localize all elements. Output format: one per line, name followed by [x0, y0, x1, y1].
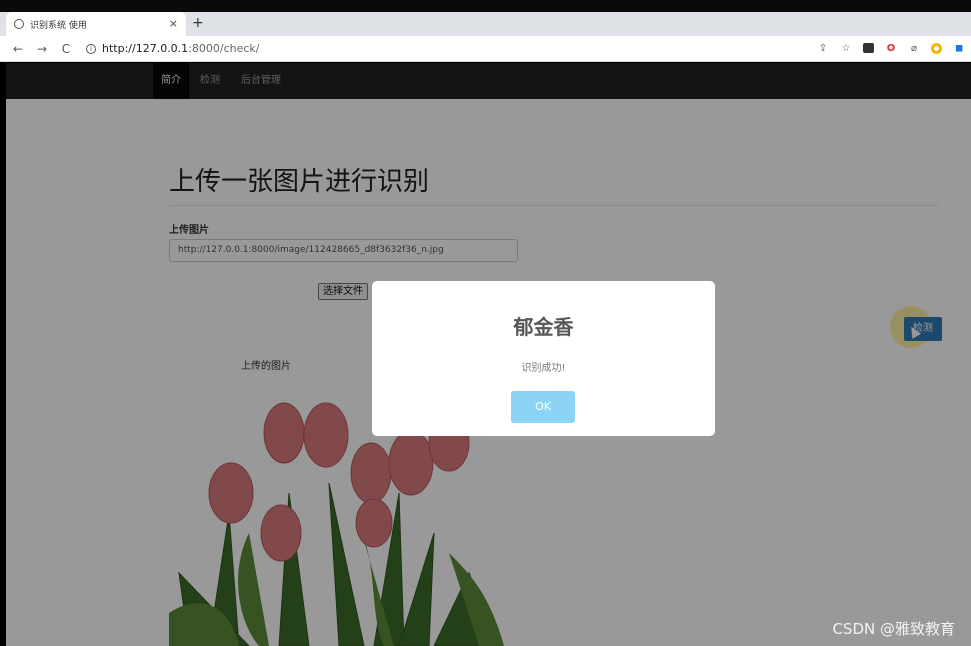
result-message: 识别成功! [521, 363, 566, 374]
url-path: :8000/check/ [188, 42, 260, 55]
opera-icon[interactable]: O [885, 42, 897, 54]
watermark: CSDN @雅致教育 [832, 620, 955, 638]
result-title: 郁金香 [513, 315, 574, 339]
url-host: http://127.0.0.1 [102, 42, 189, 55]
forward-icon[interactable]: → [36, 42, 48, 56]
tab-close-icon[interactable]: × [169, 17, 178, 30]
share-icon[interactable]: ⇪ [817, 42, 829, 54]
tab-title: 识别系统 使用 [30, 20, 87, 31]
extension-icon[interactable] [863, 43, 874, 53]
address-bar: ← → C i http://127.0.0.1:8000/check/ ⇪ ☆… [0, 36, 971, 62]
globe-icon [14, 19, 24, 29]
translate-icon[interactable]: ◼ [953, 42, 965, 54]
url-field[interactable]: i http://127.0.0.1:8000/check/ [86, 42, 260, 55]
new-tab-button[interactable]: + [192, 15, 204, 31]
circle-extension-icon[interactable] [931, 42, 942, 54]
back-icon[interactable]: ← [12, 42, 24, 56]
site-info-icon[interactable]: i [86, 43, 96, 54]
ok-button[interactable]: OK [511, 391, 575, 423]
bookmark-star-icon[interactable]: ☆ [840, 42, 852, 54]
screen-top-bar [0, 0, 971, 12]
result-dialog: 郁金香 识别成功! OK [372, 281, 715, 436]
modal-backdrop-top [6, 63, 971, 99]
browser-tab[interactable]: 识别系统 使用 × [6, 12, 186, 36]
extension-toolbar: ⇪ ☆ O ⌀ ◼ [817, 42, 965, 54]
reload-icon[interactable]: C [60, 42, 72, 56]
tab-strip: 识别系统 使用 × + [0, 12, 971, 36]
pin-extension-icon[interactable]: ⌀ [908, 42, 920, 54]
